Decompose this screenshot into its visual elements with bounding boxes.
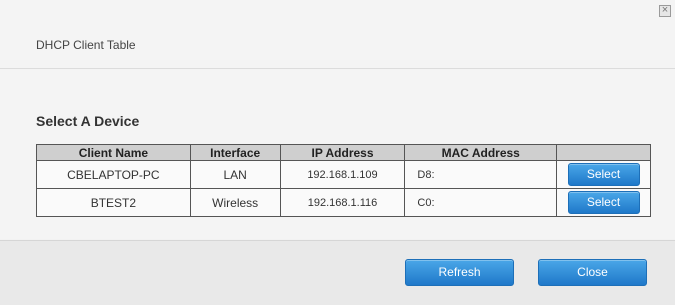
column-header-interface: Interface	[189, 144, 281, 161]
dialog-title: DHCP Client Table	[36, 38, 136, 52]
cell-ip-address: 192.168.1.116	[279, 188, 406, 217]
cell-interface: Wireless	[189, 188, 281, 217]
dialog-footer: Refresh Close	[0, 240, 675, 305]
dhcp-client-table-dialog: DHCP Client Table × Select A Device Clie…	[0, 0, 675, 305]
column-header-ip-address: IP Address	[279, 144, 406, 161]
cell-ip-address: 192.168.1.109	[279, 160, 406, 189]
table-header-row: Client Name Interface IP Address MAC Add…	[36, 144, 651, 161]
dialog-body: Select A Device Client Name Interface IP…	[0, 69, 675, 239]
refresh-button[interactable]: Refresh	[405, 259, 514, 286]
column-header-client-name: Client Name	[36, 144, 191, 161]
select-button[interactable]: Select	[567, 163, 640, 186]
table-row: CBELAPTOP-PC LAN 192.168.1.109 D8: Selec…	[36, 160, 651, 189]
section-title: Select A Device	[36, 113, 140, 129]
column-header-action	[556, 144, 651, 161]
client-table: Client Name Interface IP Address MAC Add…	[36, 144, 651, 217]
cell-mac-address: C0:	[404, 188, 558, 217]
cell-action: Select	[556, 160, 651, 189]
select-button[interactable]: Select	[567, 191, 640, 214]
table-row: BTEST2 Wireless 192.168.1.116 C0: Select	[36, 188, 651, 217]
cell-client-name: BTEST2	[36, 188, 191, 217]
cell-interface: LAN	[189, 160, 281, 189]
close-icon[interactable]: ×	[659, 5, 671, 17]
cell-client-name: CBELAPTOP-PC	[36, 160, 191, 189]
cell-mac-address: D8:	[404, 160, 558, 189]
cell-action: Select	[556, 188, 651, 217]
column-header-mac-address: MAC Address	[404, 144, 558, 161]
dialog-header: DHCP Client Table ×	[0, 0, 675, 69]
close-button[interactable]: Close	[538, 259, 647, 286]
